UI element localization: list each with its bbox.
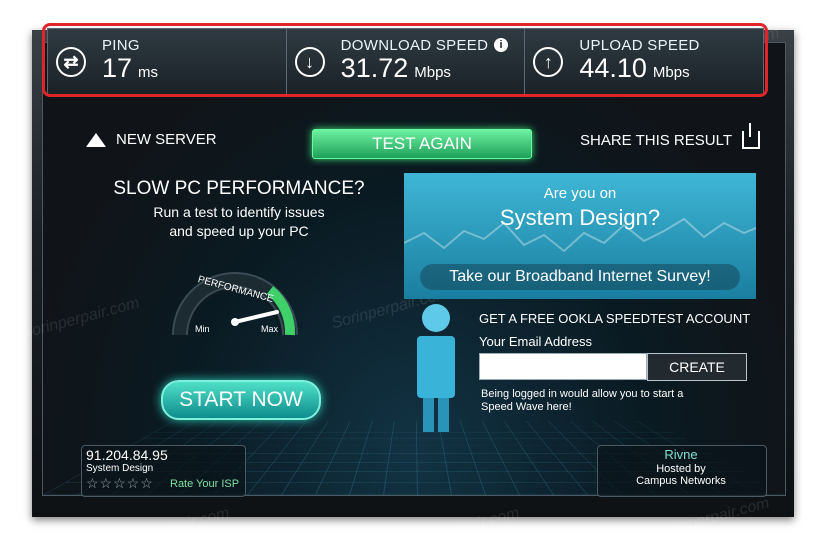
upload-stat: ↑ UPLOAD SPEED 44.10 Mbps (525, 29, 763, 95)
share-result-button[interactable]: SHARE THIS RESULT (580, 123, 760, 149)
ad-subtitle-line2: and speed up your PC (169, 223, 309, 239)
results-bar: ⇄ PING 17 ms ↓ DOWNLOAD SPEED i 31.72 Mbps … (47, 28, 764, 96)
upload-unit: Mbps (652, 64, 690, 81)
server-city: Rivne (664, 447, 698, 462)
survey-question-line2: System Design? (499, 205, 661, 230)
email-label: Your Email Address (479, 334, 592, 349)
download-label: DOWNLOAD SPEED (340, 37, 489, 54)
test-again-button[interactable]: TEST AGAIN (312, 129, 532, 159)
account-title: GET A FREE OOKLA SPEEDTEST ACCOUNT (479, 311, 751, 326)
host-network: Campus Networks (636, 475, 726, 487)
person-marker-icon (417, 304, 455, 432)
create-account-button[interactable]: CREATE (647, 353, 747, 381)
share-icon (741, 123, 760, 149)
server-triangle-icon (86, 132, 106, 147)
gauge-max-label: Max (261, 324, 279, 334)
start-now-button[interactable]: START NOW (161, 380, 321, 420)
ping-unit: ms (138, 64, 159, 81)
survey-button[interactable]: Take our Broadband Internet Survey! (420, 264, 740, 290)
survey-question-line1: Are you on (543, 185, 617, 202)
ping-label: PING (102, 37, 140, 54)
ip-address: 91.204.84.95 (86, 447, 168, 463)
share-label: SHARE THIS RESULT (580, 131, 732, 149)
upload-label: UPLOAD SPEED (579, 37, 700, 54)
ping-value: 17 (102, 53, 133, 83)
email-input[interactable] (479, 353, 647, 380)
account-note: Being logged in would allow you to start… (481, 388, 684, 413)
hosted-by: Hosted by Campus Networks (597, 463, 765, 487)
ad-subtitle: Run a test to identify issues and speed … (96, 203, 382, 241)
isp-name: System Design (86, 463, 154, 474)
download-arrow-icon: ↓ (294, 47, 325, 77)
hosted-by-label: Hosted by (656, 463, 706, 475)
download-stat: ↓ DOWNLOAD SPEED i 31.72 Mbps (287, 29, 526, 95)
download-value: 31.72 (340, 53, 409, 83)
new-server-button[interactable]: NEW SERVER (86, 131, 217, 148)
upload-value: 44.10 (579, 53, 647, 83)
rate-isp-link[interactable]: Rate Your ISP (170, 478, 239, 490)
download-unit: Mbps (414, 64, 451, 81)
ad-subtitle-line1: Run a test to identify issues (153, 204, 325, 220)
ping-icon: ⇄ (56, 47, 86, 77)
rating-stars[interactable]: ☆☆☆☆☆ (86, 475, 154, 492)
ping-stat: ⇄ PING 17 ms (48, 29, 287, 95)
gauge-min-label: Min (195, 324, 210, 334)
ad-title: SLOW PC PERFORMANCE? (113, 178, 365, 199)
info-icon[interactable]: i (494, 38, 509, 52)
new-server-label: NEW SERVER (116, 131, 217, 148)
performance-gauge: PERFORMANCE Min Max (172, 272, 298, 336)
upload-arrow-icon: ↑ (533, 47, 564, 77)
